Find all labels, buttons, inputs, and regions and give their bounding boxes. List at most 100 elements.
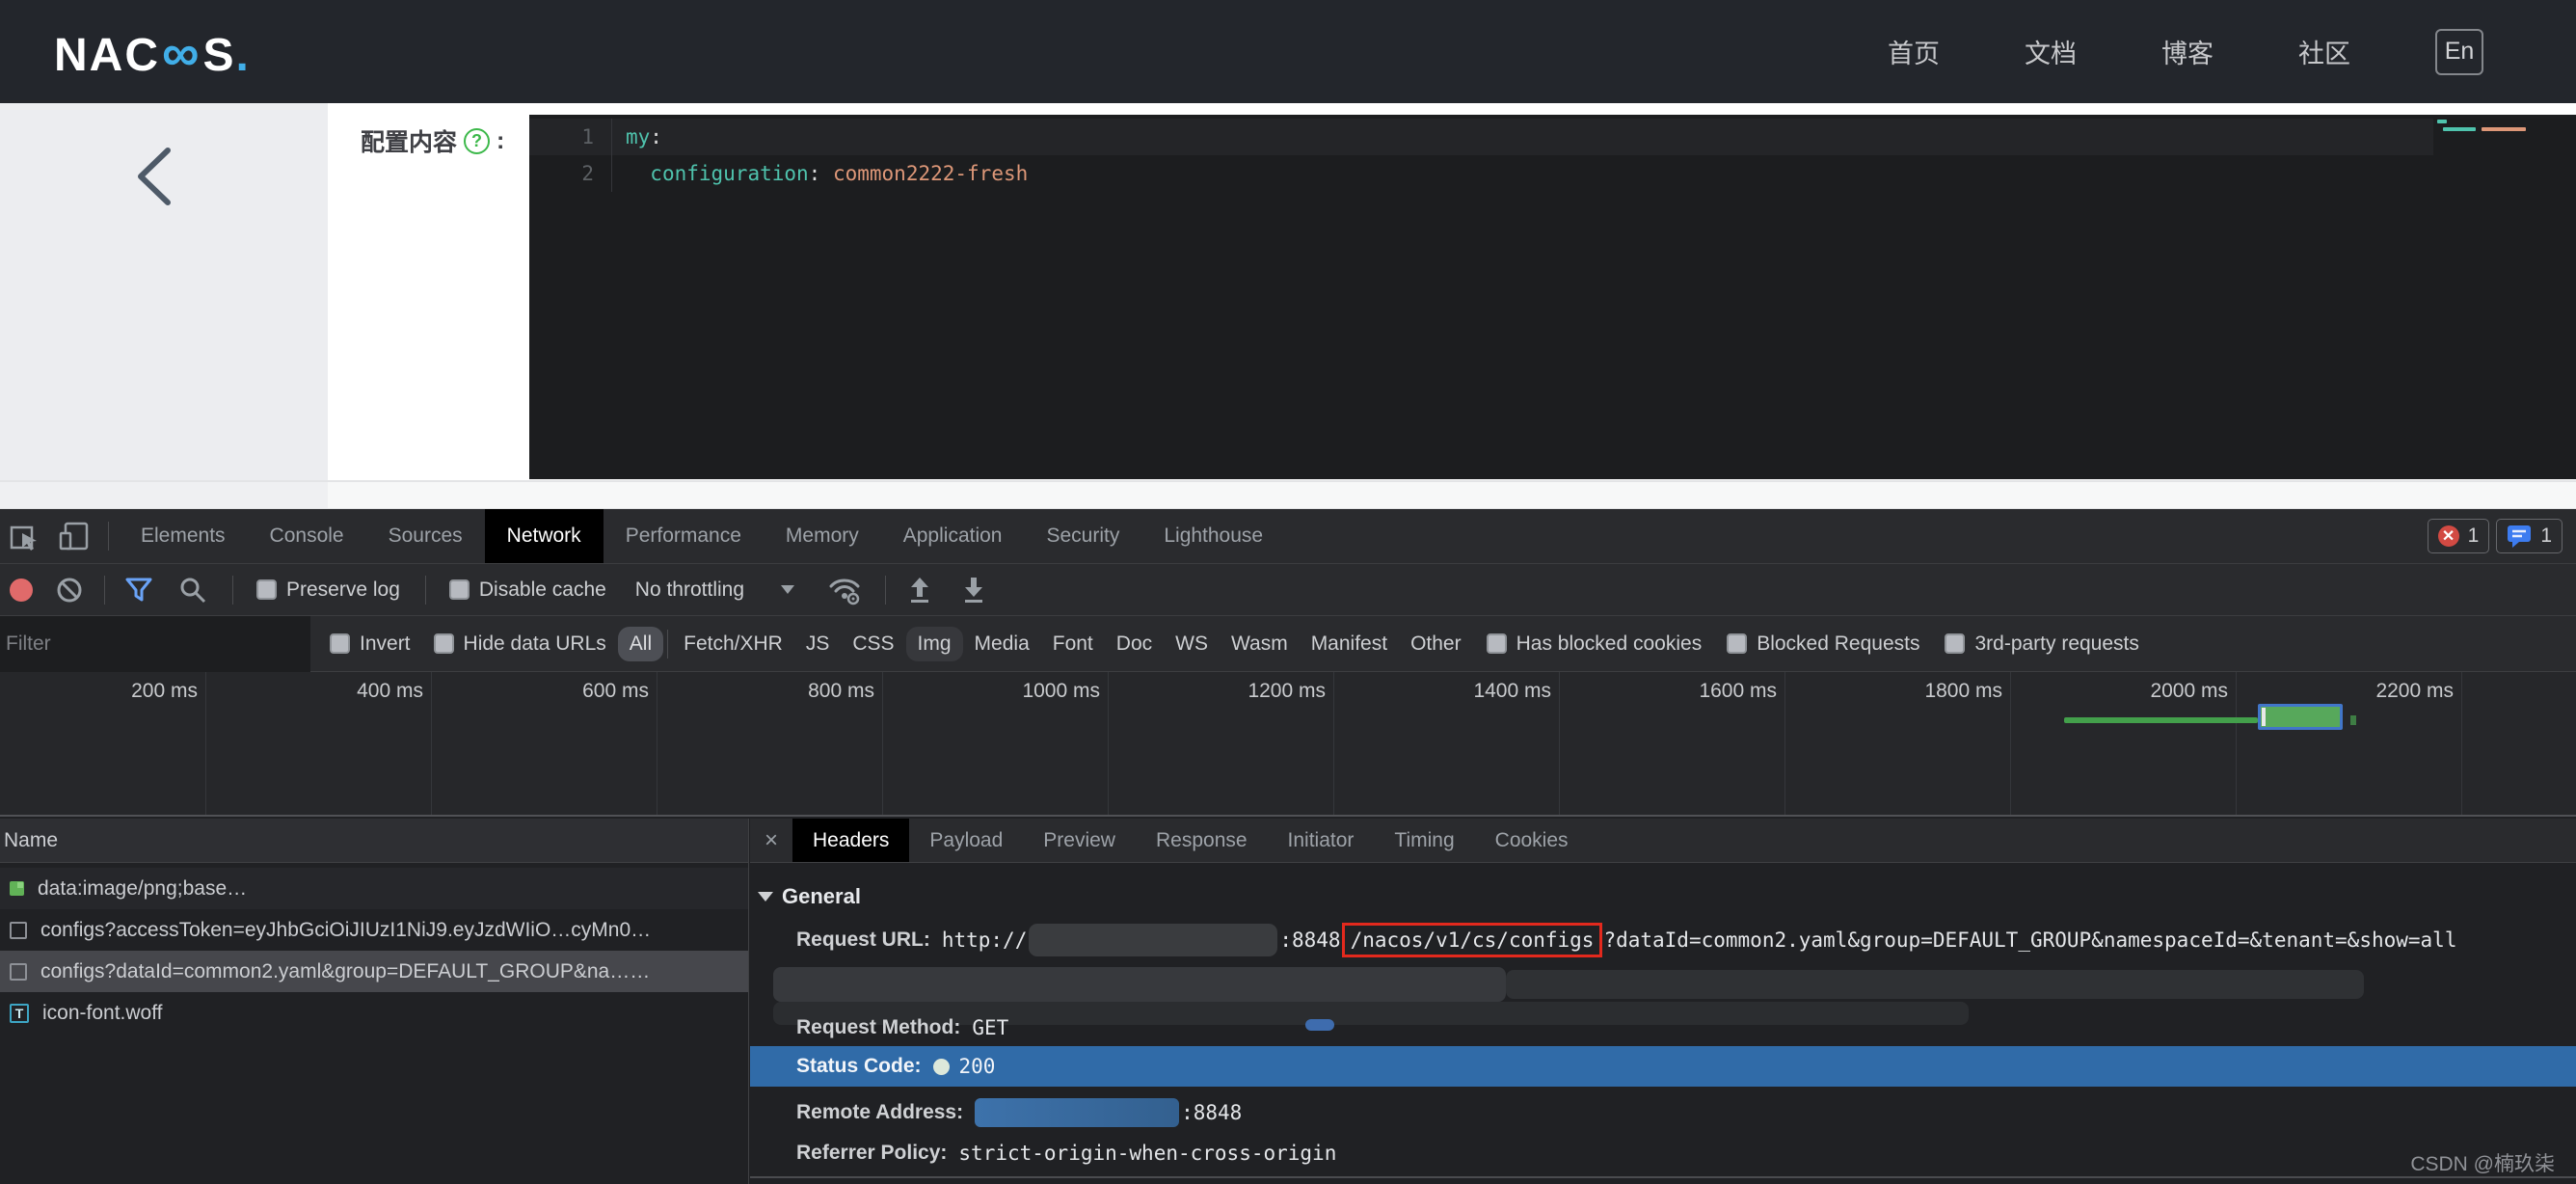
has-blocked-cookies-checkbox[interactable]	[1486, 633, 1507, 654]
timeline-tick: 1800 ms	[1924, 680, 2002, 702]
throttling-caret-icon[interactable]	[781, 585, 795, 594]
preserve-log-checkbox[interactable]	[256, 579, 277, 600]
network-conditions-icon[interactable]	[827, 575, 862, 605]
section-divider	[750, 1176, 2576, 1178]
yaml-colon-2: :	[808, 162, 833, 185]
tab-timing-label: Timing	[1394, 828, 1455, 851]
blocked-requests-checkbox[interactable]	[1727, 633, 1748, 654]
tab-lighthouse[interactable]: Lighthouse	[1141, 509, 1285, 563]
request-row-configs-selected[interactable]: configs?dataId=common2.yaml&group=DEFAUL…	[0, 951, 748, 992]
back-button[interactable]	[129, 143, 179, 210]
tab-initiator[interactable]: Initiator	[1268, 819, 1375, 862]
filter-type-manifest[interactable]: Manifest	[1300, 627, 1399, 661]
nav-home[interactable]: 首页	[1888, 33, 1940, 70]
request-row-icon-font[interactable]: T icon-font.woff	[0, 992, 748, 1034]
timeline-overview[interactable]: 200 ms 400 ms 600 ms 800 ms 1000 ms 1200…	[0, 672, 2576, 817]
request-row-data-image[interactable]: data:image/png;base…	[0, 868, 748, 909]
filter-type-img[interactable]: Img	[905, 626, 963, 661]
invert-checkbox[interactable]	[330, 633, 350, 654]
tab-payload[interactable]: Payload	[909, 819, 1023, 862]
tab-memory[interactable]: Memory	[764, 509, 881, 563]
import-har-icon[interactable]	[907, 576, 932, 605]
editor-line-1[interactable]: 1 my:	[529, 119, 2433, 155]
timeline-tick: 200 ms	[131, 680, 198, 702]
nav-community[interactable]: 社区	[2298, 33, 2350, 70]
editor-minimap[interactable]	[2433, 115, 2576, 479]
filter-icon[interactable]	[124, 577, 153, 604]
error-count-badge[interactable]: ✕ 1	[2427, 519, 2490, 553]
search-icon[interactable]	[178, 576, 207, 605]
yaml-key-my: my	[626, 125, 651, 148]
tab-console[interactable]: Console	[248, 509, 366, 563]
tab-performance[interactable]: Performance	[604, 509, 764, 563]
filter-type-doc[interactable]: Doc	[1105, 627, 1164, 661]
line-number-2: 2	[529, 155, 612, 192]
tab-response[interactable]: Response	[1136, 819, 1268, 862]
tab-preview-label: Preview	[1043, 828, 1115, 851]
nav-blog[interactable]: 博客	[2161, 33, 2214, 70]
tab-cookies[interactable]: Cookies	[1475, 819, 1589, 862]
help-icon[interactable]: ?	[464, 127, 491, 154]
request-url-path-highlighted: /nacos/v1/cs/configs	[1341, 923, 1603, 957]
filter-type-ws[interactable]: WS	[1164, 627, 1220, 661]
invert-label: Invert	[360, 632, 411, 655]
request-list-panel: Name data:image/png;base… configs?access…	[0, 819, 749, 1184]
record-button[interactable]	[10, 578, 33, 602]
filter-input[interactable]: Filter	[0, 615, 310, 672]
yaml-editor[interactable]: 1 my: 2 configuration: common2222-fresh	[529, 115, 2576, 479]
preserve-log-label: Preserve log	[286, 578, 400, 601]
language-toggle-button[interactable]: En	[2435, 28, 2483, 75]
name-column-header[interactable]: Name	[0, 819, 748, 863]
tab-security[interactable]: Security	[1024, 509, 1141, 563]
waterfall-request-tick[interactable]	[2350, 715, 2356, 725]
tab-timing[interactable]: Timing	[1374, 819, 1474, 862]
waterfall-request-line[interactable]	[2064, 717, 2258, 723]
device-toolbar-icon[interactable]	[58, 521, 91, 552]
filter-type-other[interactable]: Other	[1399, 627, 1473, 661]
third-party-requests-checkbox[interactable]	[1945, 633, 1966, 654]
image-preview-icon	[10, 881, 24, 896]
general-section-header[interactable]: General	[758, 884, 861, 909]
tab-initiator-label: Initiator	[1287, 828, 1355, 851]
close-details-button[interactable]: ×	[750, 819, 792, 862]
hide-data-urls-checkbox[interactable]	[433, 633, 454, 654]
tab-sources[interactable]: Sources	[366, 509, 485, 563]
tab-application[interactable]: Application	[881, 509, 1025, 563]
request-url-port: :8848	[1279, 928, 1341, 952]
filter-type-all[interactable]: All	[617, 626, 664, 661]
error-icon: ✕	[2437, 525, 2459, 547]
config-label-colon: :	[496, 126, 505, 154]
filter-type-wasm[interactable]: Wasm	[1220, 627, 1300, 661]
tab-elements[interactable]: Elements	[119, 509, 248, 563]
tab-network[interactable]: Network	[484, 509, 604, 563]
nacos-header: NAC ∞ S. 首页 文档 博客 社区 En	[0, 0, 2576, 103]
referrer-policy-row: Referrer Policy: strict-origin-when-cros…	[796, 1137, 2576, 1170]
filter-type-media[interactable]: Media	[963, 627, 1041, 661]
disable-cache-checkbox[interactable]	[448, 579, 470, 600]
filter-type-css[interactable]: CSS	[841, 627, 905, 661]
inspect-element-icon[interactable]	[10, 521, 40, 552]
yaml-indent	[626, 162, 650, 185]
request-row-access-token[interactable]: configs?accessToken=eyJhbGciOiJIUzI1NiJ9…	[0, 909, 748, 951]
timeline-tick: 800 ms	[808, 680, 874, 702]
filter-type-fetch-xhr[interactable]: Fetch/XHR	[672, 627, 794, 661]
timeline-tick: 600 ms	[582, 680, 649, 702]
redacted-remote-ip	[975, 1098, 1180, 1127]
tab-payload-label: Payload	[929, 828, 1004, 851]
filter-type-font[interactable]: Font	[1041, 627, 1105, 661]
status-code-value: 200	[958, 1055, 996, 1078]
clear-icon[interactable]	[56, 577, 83, 604]
editor-line-2[interactable]: 2 configuration: common2222-fresh	[529, 155, 2576, 192]
throttling-select[interactable]: No throttling	[635, 579, 744, 602]
issues-count: 1	[2540, 525, 2552, 547]
filter-type-js[interactable]: JS	[794, 627, 842, 661]
tab-headers[interactable]: Headers	[792, 819, 910, 862]
tab-preview[interactable]: Preview	[1023, 819, 1136, 862]
export-har-icon[interactable]	[961, 576, 986, 605]
waterfall-selected-request-bar[interactable]	[2258, 704, 2343, 730]
issues-count-badge[interactable]: 1	[2496, 519, 2563, 553]
nav-docs[interactable]: 文档	[2025, 33, 2077, 70]
tab-headers-label: Headers	[813, 828, 890, 851]
request-url-row: Request URL: http:// :8848 /nacos/v1/cs/…	[796, 918, 2576, 962]
status-code-row-selected[interactable]: Status Code: 200	[750, 1046, 2576, 1087]
